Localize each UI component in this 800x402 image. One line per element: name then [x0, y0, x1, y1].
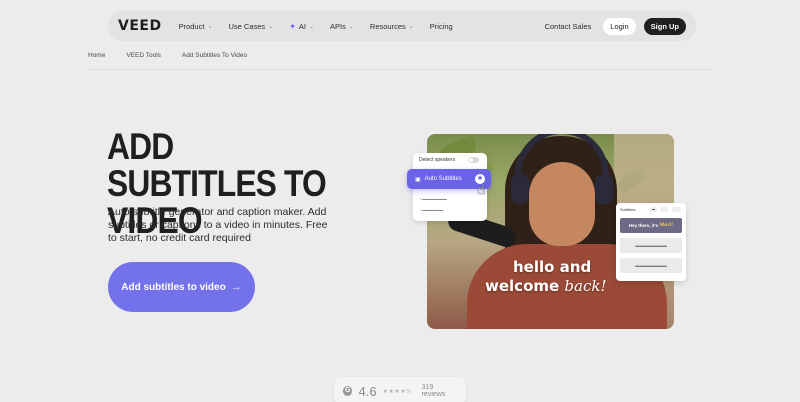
hand-cursor-icon: ☝ — [477, 181, 486, 197]
breadcrumb-veed-tools[interactable]: VEED Tools — [126, 52, 161, 59]
caption-line1: hello and — [513, 258, 592, 276]
hero-description: Auto subtitle generator and caption make… — [108, 206, 328, 244]
subtitles-icon: ▣ — [415, 176, 421, 183]
rating-stars: ★★★★½ — [382, 388, 412, 395]
review-site-icon: G — [343, 386, 353, 396]
subtitle-row[interactable]: ▬▬▬▬▬▬▬ — [620, 258, 682, 273]
nav-item-apis[interactable]: APIs ⌄ — [330, 22, 354, 31]
login-button[interactable]: Login — [603, 17, 636, 35]
breadcrumb: Home VEED Tools Add Subtitles To Video — [88, 52, 247, 59]
nav-item-label: AI — [298, 21, 306, 31]
top-navbar: VEED Product ⌄ Use Cases ⌄ ✦ AI ⌄ APIs ⌄… — [108, 11, 696, 41]
contact-sales-link[interactable]: Contact Sales — [545, 22, 592, 31]
subtitle-row[interactable]: ▬▬▬▬▬▬▬ — [620, 238, 682, 253]
auto-subtitles-label: Auto Subtitles — [424, 176, 462, 182]
panel-tag: ▬ — [650, 207, 657, 212]
headphone-cup — [511, 174, 529, 204]
chevron-down-icon: ⌄ — [207, 23, 213, 30]
subtitles-panel: Subtitles ▬ Hey there, it's Mari! ▬▬▬▬▬▬… — [616, 203, 686, 281]
panel-tag — [660, 207, 668, 212]
caption-emphasis: back! — [564, 277, 607, 295]
chevron-down-icon: ⌄ — [348, 23, 354, 30]
nav-item-use-cases[interactable]: Use Cases ⌄ — [228, 22, 273, 31]
nav-item-resources[interactable]: Resources ⌄ — [370, 22, 414, 31]
subtitles-panel-title: Subtitles — [620, 207, 636, 212]
detect-speakers-label: Detect speakers — [419, 157, 456, 163]
rating-badge[interactable]: G 4.6 ★★★★½ 319 reviews — [334, 377, 466, 402]
nav-actions: Contact Sales Login Sign Up — [545, 17, 686, 35]
option-line: ▪ ▬▬▬▬▬▬▬ — [420, 197, 447, 201]
chevron-down-icon: ⌄ — [268, 23, 274, 30]
nav-item-label: APIs — [330, 21, 346, 31]
option-line: ▪ ▬▬▬▬▬▬ — [420, 208, 444, 212]
panel-tag — [672, 207, 681, 212]
caption-line2: welcome back! — [485, 277, 635, 296]
breadcrumb-divider — [88, 69, 712, 70]
nav-menu: Product ⌄ Use Cases ⌄ ✦ AI ⌄ APIs ⌄ Reso… — [179, 22, 453, 31]
caption-word: welcome — [485, 277, 560, 295]
breadcrumb-home[interactable]: Home — [88, 52, 105, 59]
breadcrumb-current[interactable]: Add Subtitles To Video — [182, 52, 247, 59]
nav-item-label: Pricing — [429, 21, 453, 31]
cta-label: Add subtitles to video — [121, 281, 226, 293]
add-subtitles-button[interactable]: Add subtitles to video → — [108, 262, 255, 312]
headphone-cup — [595, 174, 613, 204]
signup-button[interactable]: Sign Up — [643, 17, 686, 35]
chevron-down-icon: ⌄ — [408, 23, 414, 30]
subtitle-highlight: Mari! — [659, 223, 674, 228]
nav-item-label: Product — [178, 21, 205, 31]
subtitle-row-active[interactable]: Hey there, it's Mari! — [620, 218, 682, 233]
nav-item-label: Use Cases — [228, 21, 266, 31]
subtitle-text: Hey there, it's — [628, 223, 659, 228]
page-title-line1: ADD SUBTITLES TO — [107, 126, 327, 204]
rating-score: 4.6 — [358, 383, 377, 399]
rating-reviews: 319 reviews — [421, 384, 446, 398]
chevron-down-icon: ⌄ — [309, 23, 315, 30]
nav-item-label: Resources — [369, 21, 406, 31]
arrow-right-icon: → — [230, 281, 242, 293]
veed-logo[interactable]: VEED — [118, 18, 162, 34]
sparkle-icon: ✦ — [289, 21, 296, 31]
nav-item-pricing[interactable]: Pricing — [430, 22, 453, 31]
nav-item-ai[interactable]: ✦ AI ⌄ — [289, 22, 314, 31]
detect-speakers-toggle[interactable] — [468, 157, 479, 163]
video-caption: hello and welcome back! — [485, 258, 635, 296]
nav-item-product[interactable]: Product ⌄ — [179, 22, 213, 31]
